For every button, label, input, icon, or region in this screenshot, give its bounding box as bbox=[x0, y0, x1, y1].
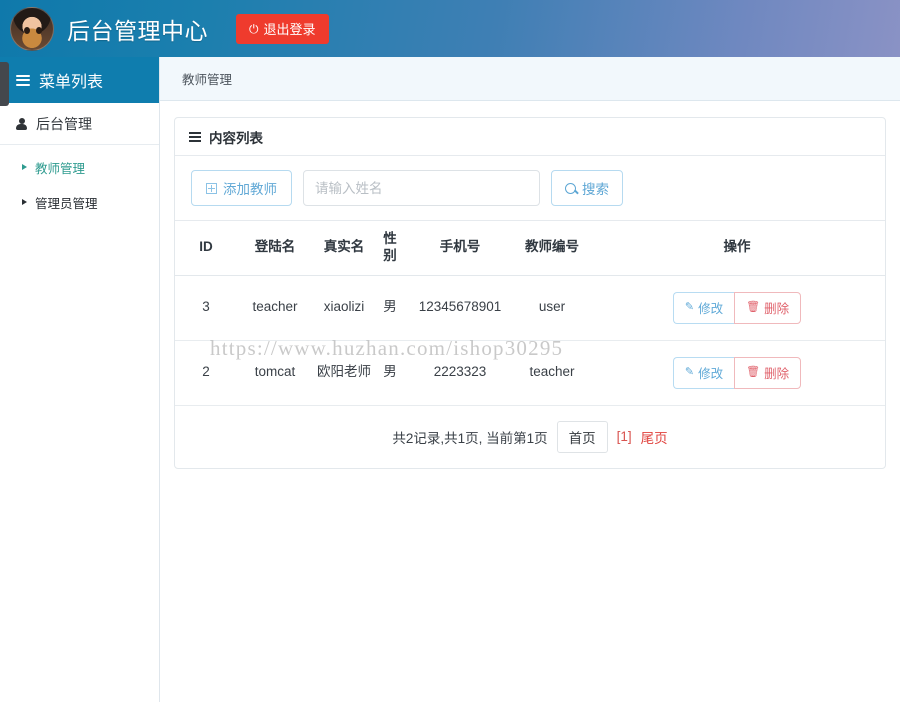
person-icon bbox=[16, 117, 27, 130]
table-body: 3 teacher xiaolizi 男 12345678901 user ✎ … bbox=[175, 275, 885, 406]
cell-operations: ✎ 修改 🗑 删除 bbox=[589, 340, 885, 406]
logout-label: 退出登录 bbox=[263, 22, 316, 37]
delete-button[interactable]: 🗑 删除 bbox=[734, 291, 802, 324]
edit-icon: ✎ bbox=[684, 366, 695, 379]
list-icon bbox=[189, 130, 201, 144]
column-header-sex: 性别 bbox=[375, 221, 405, 276]
sidebar-collapse-handle[interactable] bbox=[0, 62, 9, 106]
cell-realname: xiaolizi bbox=[313, 275, 375, 341]
cell-sex: 男 bbox=[375, 275, 405, 341]
sidebar-item-label: 管理员管理 bbox=[35, 196, 98, 211]
pagination: 共2记录,共1页, 当前第1页 首页 [1] 尾页 bbox=[175, 406, 885, 468]
delete-label: 删除 bbox=[764, 367, 790, 382]
cell-login: teacher bbox=[237, 275, 313, 341]
pagination-first-button[interactable]: 首页 bbox=[556, 420, 608, 453]
column-header-phone: 手机号 bbox=[405, 221, 515, 276]
column-header-teacher-code: 教师编号 bbox=[515, 221, 589, 276]
search-input[interactable] bbox=[303, 170, 540, 206]
table-row: 3 teacher xiaolizi 男 12345678901 user ✎ … bbox=[175, 275, 885, 341]
breadcrumb-current: 教师管理 bbox=[182, 73, 233, 87]
caret-right-icon bbox=[22, 199, 27, 205]
edit-icon: ✎ bbox=[684, 301, 695, 314]
admin-page: 后台管理中心 ⏻ 退出登录 菜单列表 后台管理 教师管理 管理员管理 教师管理 bbox=[0, 0, 900, 702]
sidebar: 菜单列表 后台管理 教师管理 管理员管理 bbox=[0, 57, 160, 702]
sidebar-item-label: 教师管理 bbox=[35, 161, 86, 176]
search-icon bbox=[565, 182, 576, 194]
column-header-login: 登陆名 bbox=[237, 221, 313, 276]
cell-operations: ✎ 修改 🗑 删除 bbox=[589, 275, 885, 341]
power-icon: ⏻ bbox=[249, 21, 259, 36]
avatar bbox=[10, 6, 54, 51]
table-toolbar: 添加教师 搜索 bbox=[175, 156, 885, 221]
column-header-realname: 真实名 bbox=[313, 221, 375, 276]
pagination-summary: 共2记录,共1页, 当前第1页 bbox=[392, 430, 548, 446]
sidebar-item-admin-management[interactable]: 管理员管理 bbox=[0, 188, 159, 216]
column-header-id: ID bbox=[175, 221, 237, 276]
search-button[interactable]: 搜索 bbox=[551, 170, 623, 206]
sidebar-group-admin[interactable]: 后台管理 bbox=[0, 103, 159, 145]
delete-button[interactable]: 🗑 删除 bbox=[734, 356, 802, 389]
pagination-current-page: [1] bbox=[616, 429, 632, 445]
edit-button[interactable]: ✎ 修改 bbox=[672, 356, 735, 389]
sidebar-group-label: 后台管理 bbox=[36, 115, 92, 132]
cell-id: 3 bbox=[175, 275, 237, 341]
edit-label: 修改 bbox=[698, 302, 724, 317]
add-teacher-label: 添加教师 bbox=[223, 182, 277, 197]
teacher-table: ID 登陆名 真实名 性别 手机号 教师编号 操作 3 teacher xiao… bbox=[175, 221, 885, 406]
sidebar-menu-header-label: 菜单列表 bbox=[39, 74, 104, 91]
plus-square-icon bbox=[206, 182, 217, 194]
table-header-row: ID 登陆名 真实名 性别 手机号 教师编号 操作 bbox=[175, 221, 885, 276]
column-header-operations: 操作 bbox=[589, 221, 885, 276]
trash-icon: 🗑 bbox=[746, 366, 761, 379]
cell-realname: 欧阳老师 bbox=[313, 340, 375, 406]
breadcrumb: 教师管理 bbox=[160, 57, 900, 101]
logout-button[interactable]: ⏻ 退出登录 bbox=[236, 13, 329, 44]
edit-label: 修改 bbox=[698, 367, 724, 382]
cell-teacher-code: user bbox=[515, 275, 589, 341]
top-header: 后台管理中心 ⏻ 退出登录 bbox=[0, 0, 900, 57]
main-content: 教师管理 内容列表 添加教师 搜索 bbox=[160, 57, 900, 702]
row-action-group: ✎ 修改 🗑 删除 bbox=[672, 291, 802, 324]
search-label: 搜索 bbox=[582, 182, 609, 197]
content-panel: 内容列表 添加教师 搜索 ID 登陆名 真实名 bbox=[174, 117, 886, 469]
panel-heading-label: 内容列表 bbox=[209, 130, 263, 146]
edit-button[interactable]: ✎ 修改 bbox=[672, 291, 735, 324]
caret-right-icon bbox=[22, 164, 27, 170]
cell-teacher-code: teacher bbox=[515, 340, 589, 406]
cell-phone: 12345678901 bbox=[405, 275, 515, 341]
row-action-group: ✎ 修改 🗑 删除 bbox=[672, 356, 802, 389]
cell-login: tomcat bbox=[237, 340, 313, 406]
panel-header: 内容列表 bbox=[175, 118, 885, 156]
table-row: 2 tomcat 欧阳老师 男 2223323 teacher ✎ 修改 🗑 删… bbox=[175, 340, 885, 406]
cell-sex: 男 bbox=[375, 340, 405, 406]
sidebar-item-teacher-management[interactable]: 教师管理 bbox=[0, 153, 159, 181]
cell-id: 2 bbox=[175, 340, 237, 406]
pagination-last-link[interactable]: 尾页 bbox=[641, 427, 668, 447]
page-title: 后台管理中心 bbox=[67, 17, 208, 44]
add-teacher-button[interactable]: 添加教师 bbox=[191, 170, 292, 206]
delete-label: 删除 bbox=[764, 302, 790, 317]
cell-phone: 2223323 bbox=[405, 340, 515, 406]
hamburger-icon bbox=[16, 72, 30, 88]
trash-icon: 🗑 bbox=[746, 301, 761, 314]
table-header: ID 登陆名 真实名 性别 手机号 教师编号 操作 bbox=[175, 221, 885, 276]
sidebar-menu-header: 菜单列表 bbox=[0, 57, 159, 103]
